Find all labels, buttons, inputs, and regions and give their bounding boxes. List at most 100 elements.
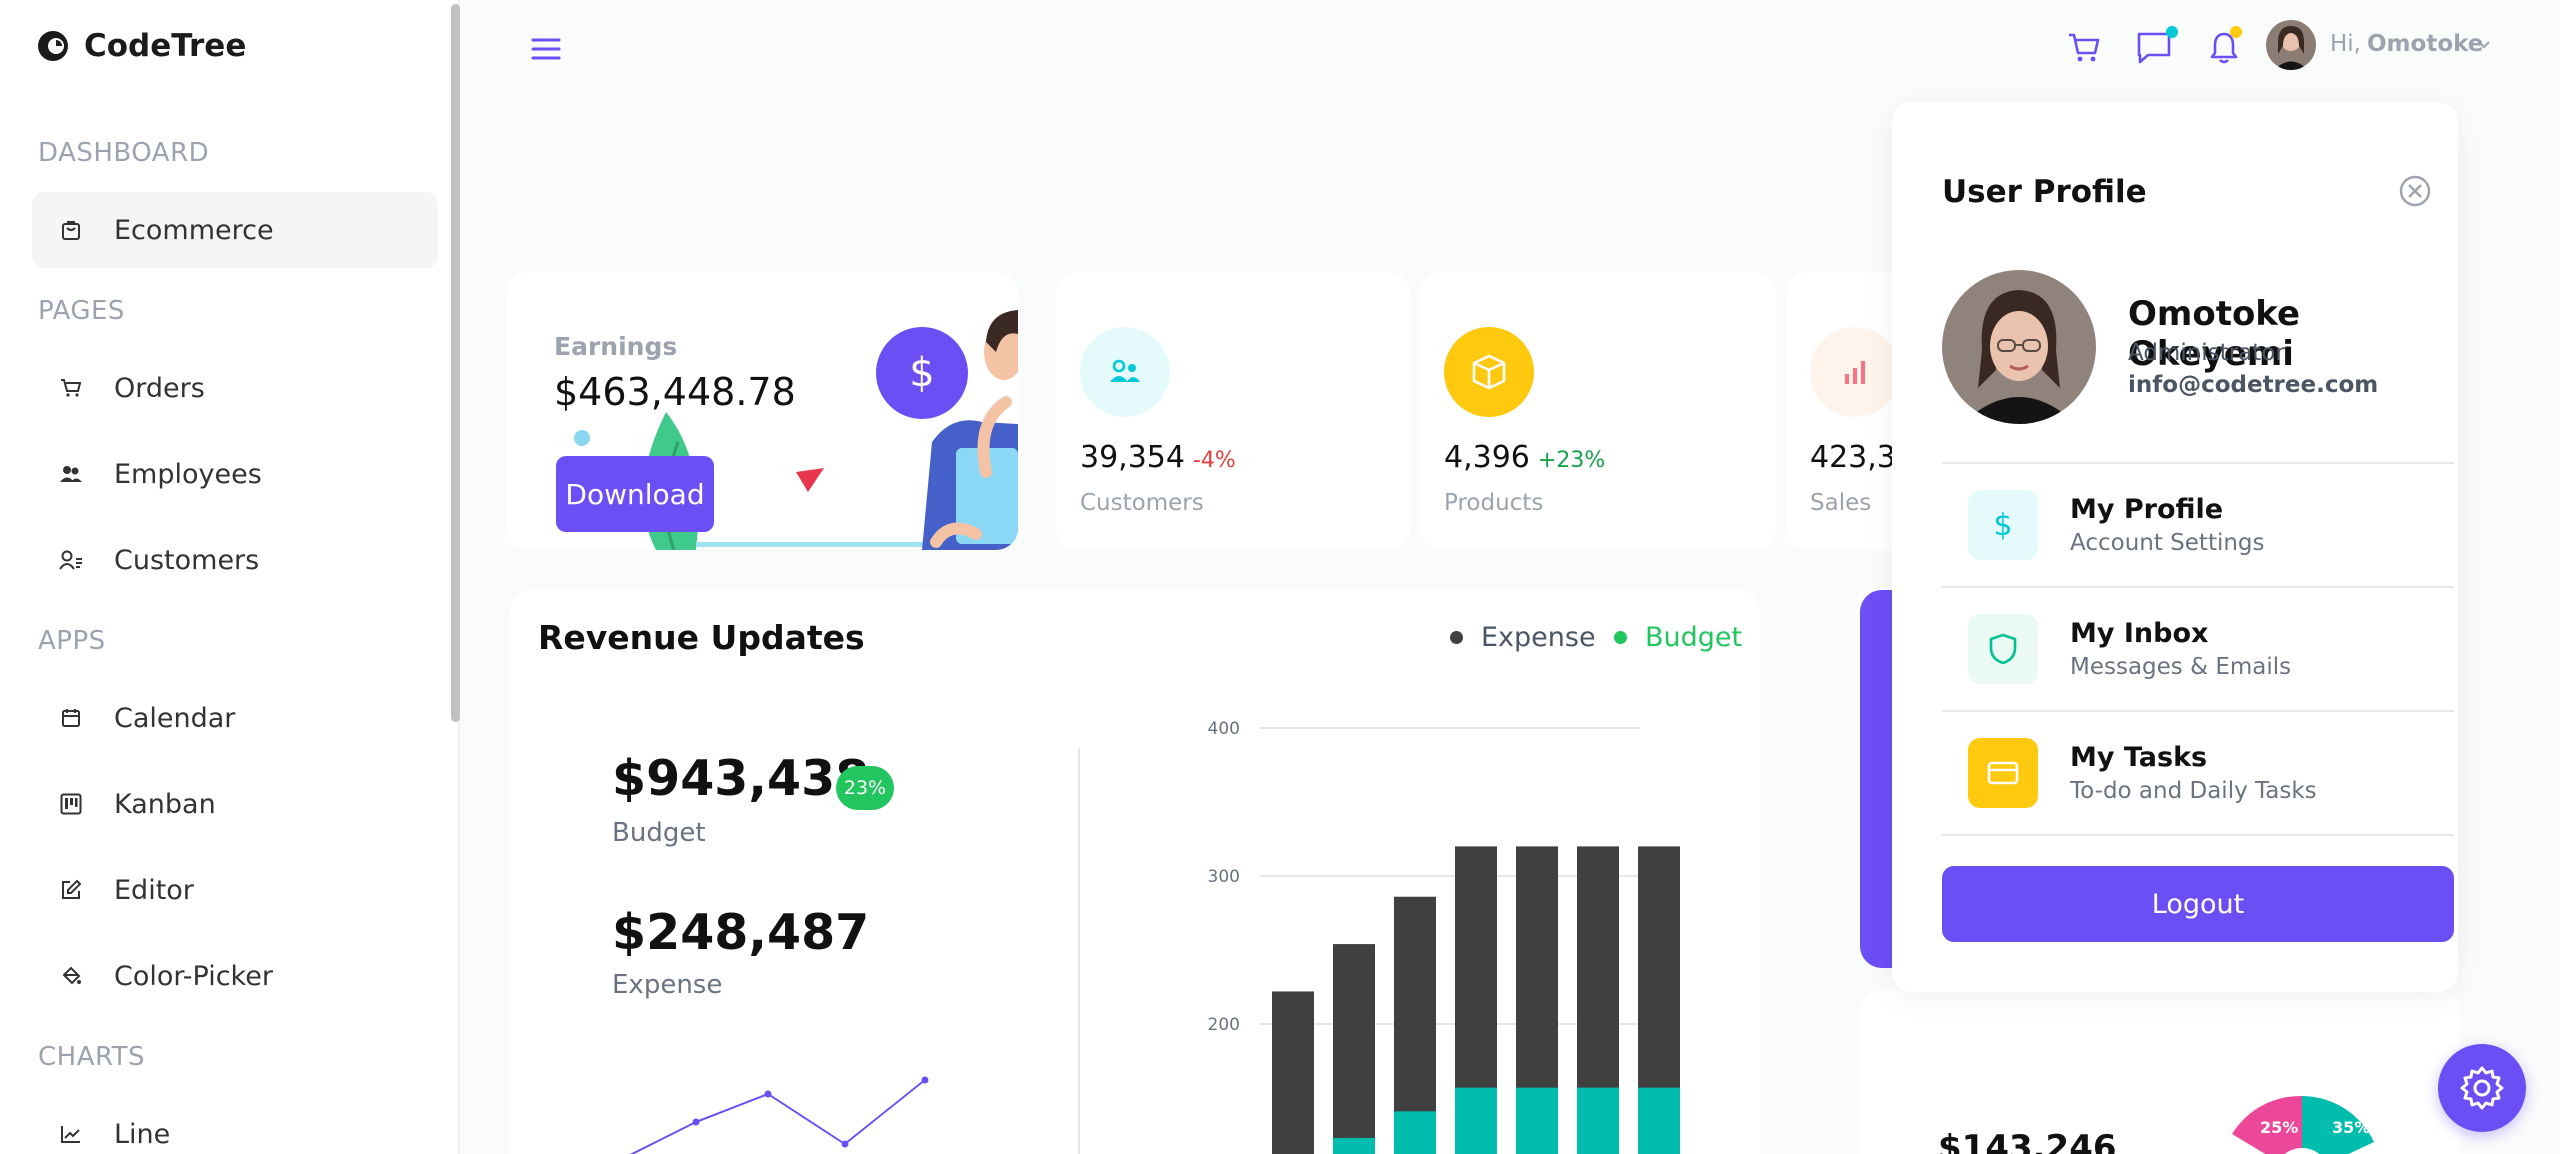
sidebar-item-line[interactable]: Line: [32, 1096, 438, 1154]
products-stat: 4,396 +23%: [1444, 440, 1605, 475]
sidebar-scrollbar[interactable]: [451, 4, 460, 722]
expense-label: Expense: [612, 970, 723, 1000]
pie-label-right: 35%: [2332, 1118, 2371, 1137]
sidebar-item-editor[interactable]: Editor: [32, 852, 438, 928]
sidebar-item-label: Line: [114, 1118, 171, 1150]
sidebar-item-label: Ecommerce: [114, 214, 274, 246]
user-avatar[interactable]: [2266, 20, 2316, 70]
stat-card-products: 4,396 +23% Products: [1420, 272, 1776, 550]
legend-dot: [1450, 631, 1463, 644]
legend-expense[interactable]: Expense: [1450, 622, 1596, 653]
section-apps: APPS: [38, 626, 106, 656]
y-tick-label: 300: [1208, 867, 1240, 887]
expense-value: $248,487: [612, 904, 870, 961]
cart-icon: [58, 375, 84, 401]
bar-chart-icon: [1845, 361, 1865, 384]
profile-role: Administrator: [2128, 340, 2285, 366]
stat-label: Products: [1444, 490, 1544, 516]
budget-sparkline: [629, 1076, 929, 1154]
app-logo[interactable]: CodeTree: [36, 28, 246, 64]
contact-icon: [58, 547, 84, 573]
legend-budget[interactable]: Budget: [1614, 622, 1742, 653]
notification-dot: [2230, 26, 2242, 38]
y-tick-label: 200: [1208, 1015, 1240, 1035]
codetree-logo-icon: [38, 31, 68, 61]
partial-amount: $143,246: [1938, 1128, 2117, 1154]
line-chart-icon: [58, 1121, 84, 1147]
budget-value: $943,438: [612, 750, 870, 807]
stat-value: 39,354: [1080, 440, 1185, 475]
menu-item-my-profile[interactable]: $ My Profile Account Settings: [1942, 464, 2454, 586]
settings-button[interactable]: [2438, 1044, 2526, 1132]
earnings-card: Earnings $463,448.78 $ Download: [506, 272, 1018, 550]
revenue-card: Revenue Updates Expense Budget $943,438 …: [510, 590, 1760, 1154]
bar-expense[interactable]: [1333, 944, 1375, 1154]
stat-value: 4,396: [1444, 440, 1530, 475]
bar-budget[interactable]: [1455, 1087, 1497, 1154]
bar-expense[interactable]: [1272, 991, 1314, 1154]
section-charts: CHARTS: [38, 1042, 146, 1072]
user-greeting[interactable]: Hi, Omotoke: [2330, 31, 2483, 57]
cart-button[interactable]: [2064, 28, 2104, 68]
panel-title: User Profile: [1942, 174, 2147, 210]
sidebar-item-employees[interactable]: Employees: [32, 436, 438, 512]
dollar-badge: $: [876, 327, 968, 419]
sidebar-item-orders[interactable]: Orders: [32, 350, 438, 426]
menu-item-title: My Inbox: [2070, 618, 2209, 649]
hamburger-icon: [531, 38, 561, 60]
menu-item-subtitle: To-do and Daily Tasks: [2070, 778, 2317, 804]
sidebar-item-color-picker[interactable]: Color-Picker: [32, 938, 438, 1014]
chat-button[interactable]: [2134, 26, 2178, 68]
logout-button[interactable]: Logout: [1942, 866, 2454, 942]
bar-budget[interactable]: [1333, 1137, 1375, 1154]
sidebar-item-calendar[interactable]: Calendar: [32, 680, 438, 756]
menu-item-title: My Tasks: [2070, 742, 2208, 773]
chevron-down-icon[interactable]: [2476, 38, 2492, 50]
greeting-username: Omotoke: [2367, 31, 2484, 57]
sidebar-item-ecommerce[interactable]: Ecommerce: [32, 192, 438, 268]
bar-budget[interactable]: [1516, 1087, 1558, 1154]
menu-item-my-tasks[interactable]: My Tasks To-do and Daily Tasks: [1942, 712, 2454, 834]
section-pages: PAGES: [38, 296, 125, 326]
shield-icon: [1968, 614, 2038, 684]
y-tick-label: 400: [1208, 719, 1240, 739]
sidebar-item-customers[interactable]: Customers: [32, 522, 438, 598]
sidebar-item-kanban[interactable]: Kanban: [32, 766, 438, 842]
sidebar-item-label: Editor: [114, 874, 194, 906]
legend-dot: [1614, 631, 1627, 644]
user-profile-panel: User Profile Omotoke Okeyemi Administrat…: [1892, 102, 2458, 992]
bar-budget[interactable]: [1638, 1087, 1680, 1154]
notifications-button[interactable]: [2204, 26, 2244, 68]
download-button[interactable]: Download: [556, 456, 714, 532]
revenue-divider: [1078, 748, 1080, 1154]
bar-budget[interactable]: [1394, 1111, 1436, 1154]
people-icon: [1110, 359, 1140, 382]
menu-item-my-inbox[interactable]: My Inbox Messages & Emails: [1942, 588, 2454, 710]
sidebar-item-label: Calendar: [114, 702, 236, 734]
customers-icon-badge: [1080, 327, 1170, 417]
stat-label: Sales: [1810, 490, 1872, 516]
profile-avatar: [1942, 270, 2096, 424]
edit-icon: [58, 877, 84, 903]
chat-icon: [2137, 32, 2171, 64]
gear-icon: [2460, 1066, 2504, 1110]
sidebar: CodeTree DASHBOARD Ecommerce PAGES Order…: [0, 0, 460, 1154]
menu-item-subtitle: Account Settings: [2070, 530, 2265, 556]
pie-label-left: 25%: [2260, 1118, 2299, 1137]
divider: [1942, 834, 2454, 836]
card-icon: [1968, 738, 2038, 808]
greeting-text: Hi,: [2330, 31, 2361, 57]
bar-budget[interactable]: [1577, 1087, 1619, 1154]
menu-toggle-button[interactable]: [530, 34, 562, 64]
paint-bucket-icon: [58, 963, 84, 989]
stat-card-customers: 39,354 -4% Customers: [1056, 272, 1410, 550]
profile-email: info@codetree.com: [2128, 372, 2379, 398]
stat-change: +23%: [1537, 448, 1606, 473]
revenue-bar-chart: 200 300 400: [1208, 719, 1680, 1154]
svg-text:$: $: [1993, 508, 2012, 542]
dollar-icon: $: [1968, 490, 2038, 560]
close-icon[interactable]: [2398, 174, 2432, 208]
sidebar-item-label: Employees: [114, 458, 262, 490]
dollar-icon: $: [909, 350, 935, 396]
sidebar-item-label: Color-Picker: [114, 960, 273, 992]
